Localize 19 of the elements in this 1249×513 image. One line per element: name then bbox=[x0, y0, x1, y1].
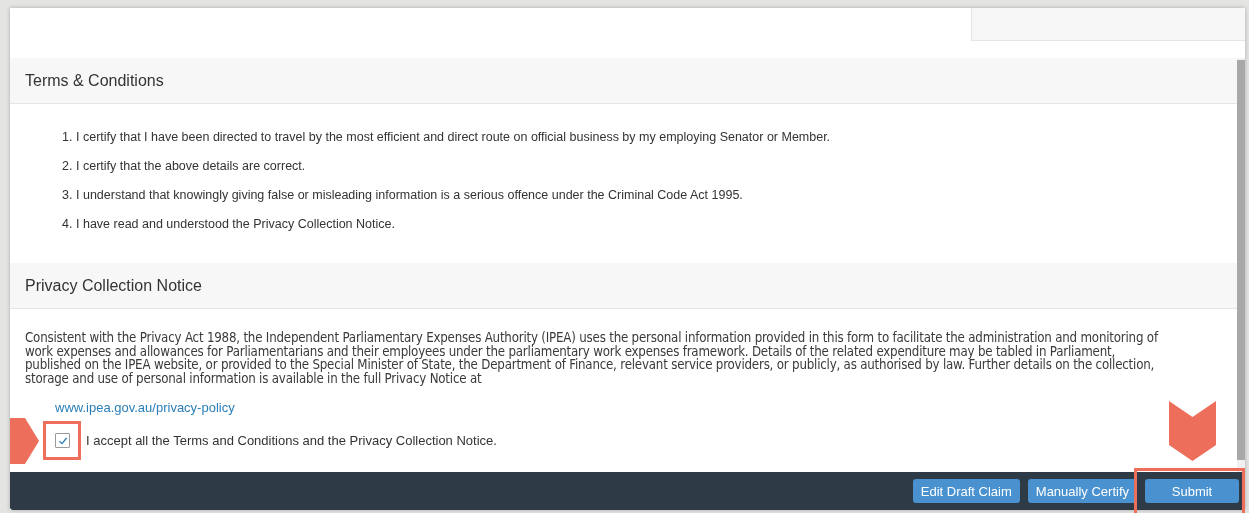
check-icon bbox=[57, 435, 68, 446]
checkbox-label: I accept all the Terms and Conditions and the Privacy Collection Notice. bbox=[86, 433, 497, 448]
section-title: Terms & Conditions bbox=[25, 70, 164, 91]
action-button[interactable]: Edit Draft Claim bbox=[912, 479, 1020, 503]
list-item: I understand that knowingly giving false or misleading information is a serious offence under the Criminal Code Act 1995. bbox=[76, 187, 743, 204]
list-number: 1. bbox=[62, 129, 74, 146]
list-item: I certify that the above details are correct. bbox=[76, 158, 306, 175]
action-button[interactable]: Submit bbox=[1145, 479, 1239, 503]
list-number: 2. bbox=[62, 158, 74, 175]
scrollbar[interactable] bbox=[1237, 58, 1245, 472]
notice-paragraph: Consistent with the Privacy Act 1988, the Independent Parliamentary Expenses Authority (IPEA) uses the personal information provided in this form to facilitate the administration and monitoring of work expenses and allowances for Parliamentarians and their employees under the parliamentary work expenses framework. Details of the related expenditure may be tabled in Parliament, published on the IPEA website, or provided to the Special Minister of State, the Department of Finance, relevant service providers, or publicly, as authorised by law. Further details on the collection, storage and use of personal information is available in the full Privacy Notice at bbox=[24, 329, 1160, 385]
action-button[interactable]: Manually Certify bbox=[1027, 479, 1137, 503]
privacy-link[interactable]: www.ipea.gov.au/privacy-policy bbox=[55, 400, 235, 415]
list-number: 3. bbox=[62, 187, 74, 204]
list-number: 4. bbox=[62, 216, 74, 233]
list-item: I have read and understood the Privacy Collection Notice. bbox=[76, 216, 395, 233]
section-title: Privacy Collection Notice bbox=[25, 275, 202, 296]
checkbox[interactable] bbox=[55, 433, 70, 448]
list-item: I certify that I have been directed to travel by the most efficient and direct route on official business by my employing Senator or Member. bbox=[76, 129, 831, 146]
